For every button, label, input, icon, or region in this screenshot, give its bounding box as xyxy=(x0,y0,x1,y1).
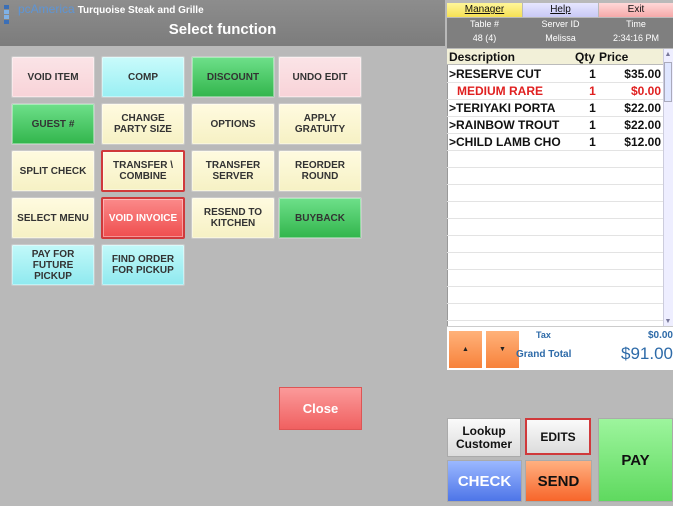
empty-order-row xyxy=(447,270,663,287)
arrow-up-icon: ▲ xyxy=(462,346,469,353)
guest-number-button[interactable]: GUEST # xyxy=(11,103,95,145)
reorder-round-button[interactable]: REORDER ROUND xyxy=(278,150,362,192)
order-row-qty: 1 xyxy=(589,101,596,115)
empty-order-row xyxy=(447,253,663,270)
close-button[interactable]: Close xyxy=(279,387,362,430)
exit-label: Exit xyxy=(627,4,645,15)
time-label: Time xyxy=(626,19,646,29)
app-logo: pcAmerica Turquoise Steak and Grille xyxy=(4,2,204,24)
edits-button[interactable]: EDITS xyxy=(525,418,591,455)
empty-order-row xyxy=(447,185,663,202)
order-list-header: Description Qty Price xyxy=(447,49,663,65)
order-row-qty: 1 xyxy=(589,118,596,132)
undo-edit-button[interactable]: UNDO EDIT xyxy=(278,56,362,98)
transfer-combine-button[interactable]: TRANSFER \ COMBINE xyxy=(101,150,185,192)
empty-order-row xyxy=(447,168,663,185)
empty-order-row xyxy=(447,219,663,236)
scroll-down-button[interactable]: ▼ xyxy=(486,331,519,368)
brand-name: pcAmerica xyxy=(18,2,75,16)
find-order-for-pickup-button[interactable]: FIND ORDER FOR PICKUP xyxy=(101,244,185,286)
change-party-size-button[interactable]: CHANGE PARTY SIZE xyxy=(101,103,185,145)
select-menu-button[interactable]: SELECT MENU xyxy=(11,197,95,239)
tax-label: Tax xyxy=(536,330,551,340)
grand-total-label: Grand Total xyxy=(516,349,572,360)
store-name: Turquoise Steak and Grille xyxy=(77,5,204,16)
order-row[interactable]: >RESERVE CUT 1 $35.00 xyxy=(447,66,663,83)
table-value: 48 (4) xyxy=(472,33,497,43)
qty-header: Qty xyxy=(575,50,596,64)
manager-button[interactable]: Manager xyxy=(447,3,522,17)
manager-label: Manager xyxy=(464,4,505,15)
void-invoice-button[interactable]: VOID INVOICE xyxy=(101,197,185,239)
order-row-qty: 1 xyxy=(589,67,596,81)
scroll-thumb[interactable] xyxy=(664,62,672,102)
server-value: Melissa xyxy=(545,33,576,43)
time-value: 2:34:16 PM xyxy=(612,33,660,43)
empty-order-row xyxy=(447,287,663,304)
order-row-description: MEDIUM RARE xyxy=(457,84,543,98)
order-row-qty: 1 xyxy=(589,135,596,149)
arrow-down-icon: ▼ xyxy=(499,346,506,353)
order-row-price: $0.00 xyxy=(630,84,661,98)
order-row[interactable]: >CHILD LAMB CHO 1 $12.00 xyxy=(447,134,663,151)
order-row-description: >TERIYAKI PORTA xyxy=(449,101,556,115)
resend-to-kitchen-button[interactable]: RESEND TO KITCHEN xyxy=(191,197,275,239)
scroll-down-icon[interactable]: ▼ xyxy=(664,318,672,326)
empty-order-row xyxy=(447,151,663,168)
order-row[interactable]: >RAINBOW TROUT 1 $22.00 xyxy=(447,117,663,134)
lookup-customer-button[interactable]: Lookup Customer xyxy=(447,418,521,457)
page-title: Select function xyxy=(168,21,277,38)
order-row-price: $35.00 xyxy=(624,67,661,81)
exit-button[interactable]: Exit xyxy=(599,3,673,17)
pay-for-future-pickup-button[interactable]: PAY FOR FUTURE PICKUP xyxy=(11,244,95,286)
buyback-button[interactable]: BUYBACK xyxy=(278,197,362,239)
grand-total-value: $91.00 xyxy=(621,344,673,363)
empty-order-row xyxy=(447,202,663,219)
pcamerica-logo-icon xyxy=(4,5,15,24)
scroll-up-icon[interactable]: ▲ xyxy=(664,51,672,59)
scroll-up-button[interactable]: ▲ xyxy=(449,331,482,368)
discount-button[interactable]: DISCOUNT xyxy=(191,56,275,98)
send-button[interactable]: SEND xyxy=(525,460,592,502)
empty-order-row xyxy=(447,236,663,253)
table-label: Table # xyxy=(469,19,500,29)
split-check-button[interactable]: SPLIT CHECK xyxy=(11,150,95,192)
order-row-price: $22.00 xyxy=(624,118,661,132)
help-label: Help xyxy=(550,4,571,15)
order-row-description: >RESERVE CUT xyxy=(449,67,542,81)
transfer-server-button[interactable]: TRANSFER SERVER xyxy=(191,150,275,192)
order-row[interactable]: MEDIUM RARE 1 $0.00 xyxy=(447,83,663,100)
order-row-description: >CHILD LAMB CHO xyxy=(449,135,561,149)
empty-order-row xyxy=(447,304,663,321)
comp-button[interactable]: COMP xyxy=(101,56,185,98)
description-header: Description xyxy=(449,50,516,64)
order-row-qty: 1 xyxy=(589,84,596,98)
price-header: Price xyxy=(599,50,629,64)
options-button[interactable]: OPTIONS xyxy=(191,103,275,145)
tax-value: $0.00 xyxy=(647,330,673,341)
order-row-price: $22.00 xyxy=(624,101,661,115)
order-row-price: $12.00 xyxy=(624,135,661,149)
help-button[interactable]: Help xyxy=(523,3,598,17)
server-label: Server ID xyxy=(541,19,580,29)
order-row-description: >RAINBOW TROUT xyxy=(449,118,560,132)
pay-button[interactable]: PAY xyxy=(598,418,673,502)
void-item-button[interactable]: VOID ITEM xyxy=(11,56,95,98)
check-button[interactable]: CHECK xyxy=(447,460,522,502)
apply-gratuity-button[interactable]: APPLY GRATUITY xyxy=(278,103,362,145)
order-row[interactable]: >TERIYAKI PORTA 1 $22.00 xyxy=(447,100,663,117)
